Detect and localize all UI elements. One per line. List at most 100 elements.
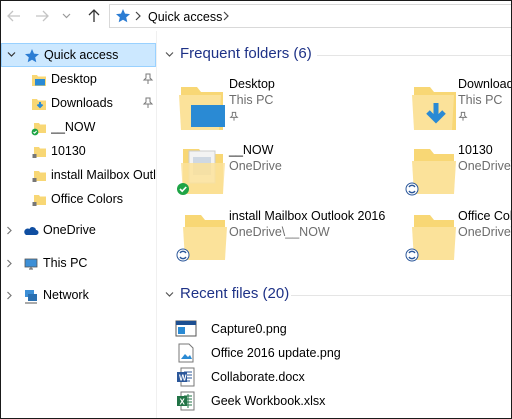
file-name: Geek Workbook.xlsx — [211, 394, 326, 408]
recent-file-row[interactable]: X Geek Workbook.xlsx — [175, 390, 495, 412]
folder-icon — [32, 147, 46, 158]
folder-icon — [32, 195, 46, 206]
folder-synced-icon — [177, 149, 225, 195]
section-title: Frequent folders (6) — [180, 45, 312, 62]
desktop-folder-icon — [32, 75, 46, 86]
folder-icon — [405, 215, 456, 262]
downloads-folder-icon — [32, 99, 46, 110]
file-name: Collaborate.docx — [211, 370, 305, 384]
folder-name: Office Colors — [458, 209, 511, 223]
chevron-down-icon — [62, 13, 70, 19]
chevron-right-icon[interactable] — [134, 11, 142, 21]
navigation-pane: Quick access Desktop Downloads __NOW 101… — [1, 31, 156, 418]
chevron-down-icon[interactable] — [7, 51, 16, 58]
sidebar-item-label: __NOW — [51, 120, 96, 134]
recent-files-header[interactable]: Recent files (20) — [157, 284, 511, 306]
breadcrumb-quick-access[interactable]: Quick access — [148, 10, 222, 24]
file-name: Capture0.png — [211, 322, 287, 336]
recent-file-row[interactable]: W Collaborate.docx — [175, 366, 495, 388]
sidebar-item-install-mailbox[interactable]: install Mailbox Outlook 2016 — [1, 164, 156, 188]
sidebar-item-label: 10130 — [51, 144, 86, 158]
folder-location: OneDrive\__NOW — [458, 225, 511, 239]
pin-icon[interactable] — [142, 73, 154, 85]
file-name: Office 2016 update.png — [211, 346, 341, 360]
folder-location: OneDrive\__NOW — [229, 225, 330, 239]
sidebar-item-office-colors[interactable]: Office Colors — [1, 188, 156, 212]
sidebar-item-label: Quick access — [44, 48, 119, 62]
recent-file-row[interactable]: Office 2016 update.png — [175, 342, 495, 364]
section-divider — [291, 295, 511, 296]
folder-icon — [176, 215, 227, 262]
chevron-down-icon[interactable] — [165, 51, 174, 58]
folder-name: Downloads — [458, 77, 511, 91]
arrow-left-icon — [7, 10, 20, 22]
sidebar-item-label: Office Colors — [51, 192, 124, 206]
address-bar[interactable]: Quick access — [109, 4, 511, 28]
frequent-folders-header[interactable]: Frequent folders (6) — [157, 44, 511, 66]
forward-button[interactable] — [33, 7, 51, 25]
frequent-folder-tile[interactable]: Office Colors OneDrive\__NOW — [402, 207, 511, 271]
image-file-icon — [175, 320, 197, 337]
sidebar-item-label: Network — [43, 288, 89, 302]
sidebar-item-10130[interactable]: 10130 — [1, 140, 156, 164]
quick-access-star-icon — [116, 9, 130, 23]
frequent-folder-tile[interactable]: __NOW OneDrive — [173, 141, 393, 205]
frequent-folder-tile[interactable]: Downloads This PC — [402, 75, 511, 139]
chevron-right-icon[interactable] — [222, 11, 230, 21]
folder-name: 10130 — [458, 143, 493, 157]
sidebar-item-quick-access[interactable]: Quick access — [1, 43, 156, 67]
chevron-right-icon[interactable] — [6, 226, 13, 235]
folder-location: This PC — [229, 93, 274, 107]
sidebar-item-label: install Mailbox Outlook 2016 — [51, 168, 156, 182]
folder-location: OneDrive — [229, 159, 282, 173]
section-title: Recent files (20) — [180, 285, 290, 302]
recent-file-row[interactable]: Capture0.png — [175, 318, 495, 340]
quick-access-star-icon — [25, 49, 39, 63]
sidebar-item-downloads[interactable]: Downloads — [1, 92, 156, 116]
back-button[interactable] — [5, 7, 23, 25]
svg-text:X: X — [180, 398, 186, 407]
sidebar-item-this-pc[interactable]: This PC — [1, 252, 156, 276]
navigation-bar: Quick access — [1, 1, 511, 31]
chevron-right-icon[interactable] — [6, 291, 13, 300]
word-document-icon: W — [177, 367, 195, 387]
pin-icon[interactable] — [229, 111, 239, 122]
frequent-folder-tile[interactable]: Desktop This PC — [173, 75, 393, 139]
network-icon — [25, 290, 37, 304]
sidebar-item-label: OneDrive — [43, 223, 96, 237]
sidebar-item-now[interactable]: __NOW — [1, 116, 156, 140]
desktop-folder-icon — [179, 87, 225, 130]
computer-icon — [24, 258, 38, 270]
sidebar-item-desktop[interactable]: Desktop — [1, 68, 156, 92]
folder-icon — [405, 149, 456, 196]
chevron-down-icon[interactable] — [165, 291, 174, 298]
chevron-right-icon[interactable] — [6, 259, 13, 268]
folder-name: install Mailbox Outlook 2016 — [229, 209, 386, 223]
folder-icon — [32, 171, 46, 182]
folder-name: Desktop — [229, 77, 275, 91]
sidebar-item-onedrive[interactable]: OneDrive — [1, 219, 156, 243]
recent-locations-button[interactable] — [59, 7, 73, 25]
pin-icon[interactable] — [458, 111, 468, 122]
up-button[interactable] — [85, 7, 103, 25]
frequent-folder-tile[interactable]: 10130 OneDrive\__NOW — [402, 141, 511, 205]
onedrive-cloud-icon — [24, 227, 39, 235]
sidebar-item-label: Desktop — [51, 72, 97, 86]
folder-location: OneDrive\__NOW — [458, 159, 511, 173]
image-file-icon — [178, 343, 194, 363]
pin-icon[interactable] — [142, 97, 154, 109]
folder-synced-icon — [31, 123, 46, 136]
sidebar-item-label: This PC — [43, 256, 88, 270]
folder-location: This PC — [458, 93, 503, 107]
arrow-up-icon — [88, 9, 100, 22]
content-pane: Frequent folders (6) Desktop This PC Dow… — [157, 31, 511, 418]
sidebar-item-label: Downloads — [51, 96, 113, 110]
arrow-right-icon — [36, 10, 49, 22]
excel-workbook-icon: X — [177, 391, 195, 411]
svg-text:W: W — [179, 374, 187, 383]
sidebar-item-network[interactable]: Network — [1, 284, 156, 308]
frequent-folder-tile[interactable]: install Mailbox Outlook 2016 OneDrive\__… — [173, 207, 393, 271]
section-divider — [317, 55, 511, 56]
downloads-folder-icon — [412, 87, 456, 130]
folder-name: __NOW — [229, 143, 274, 157]
